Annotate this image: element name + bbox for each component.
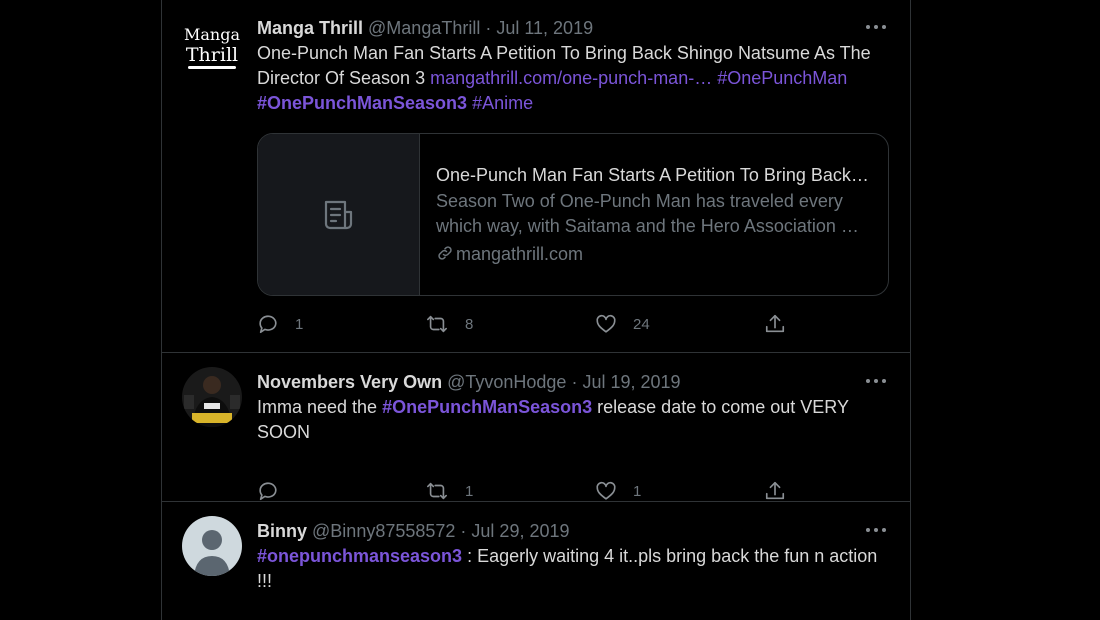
- retweet-icon: [427, 315, 447, 333]
- reply-icon: [259, 482, 277, 501]
- card-domain: mangathrill.com: [436, 241, 874, 267]
- share-icon: [765, 481, 785, 500]
- tweet-header: Novembers Very Own @TyvonHodge · Jul 19,…: [257, 370, 890, 394]
- reply-count: 1: [295, 315, 304, 333]
- display-name[interactable]: Novembers Very Own: [257, 372, 442, 392]
- hashtag-link[interactable]: #Anime: [472, 93, 533, 113]
- like-button[interactable]: 24: [595, 312, 650, 336]
- hashtag-link[interactable]: #OnePunchManSeason3: [257, 93, 467, 113]
- tweet[interactable]: Novembers Very Own @TyvonHodge · Jul 19,…: [162, 353, 910, 502]
- more-options-icon[interactable]: [864, 519, 888, 539]
- retweet-count: 1: [465, 482, 474, 500]
- tweet[interactable]: Manga Thrill Manga Thrill @MangaThrill ·…: [162, 0, 910, 353]
- card-title: One-Punch Man Fan Starts A Petition To B…: [436, 165, 869, 185]
- user-handle[interactable]: @Binny87558572: [312, 521, 455, 541]
- tweet-actions: 1 8 24: [257, 312, 817, 336]
- user-handle[interactable]: @TyvonHodge: [447, 372, 566, 392]
- more-options-icon[interactable]: [864, 16, 888, 36]
- share-button[interactable]: [764, 479, 786, 503]
- avatar[interactable]: [182, 367, 242, 427]
- like-count: 1: [633, 482, 642, 500]
- like-count: 24: [633, 315, 650, 333]
- link-card[interactable]: One-Punch Man Fan Starts A Petition To B…: [257, 133, 889, 296]
- tweet-header: Binny @Binny87558572 · Jul 29, 2019: [257, 519, 890, 543]
- share-button[interactable]: [764, 312, 786, 336]
- user-handle[interactable]: @MangaThrill: [368, 18, 480, 38]
- reply-button[interactable]: [257, 479, 295, 503]
- reply-button[interactable]: 1: [257, 312, 303, 336]
- tweet-text-plain: Imma need the: [257, 397, 383, 417]
- display-name[interactable]: Binny: [257, 521, 307, 541]
- avatar[interactable]: Manga Thrill: [182, 16, 242, 76]
- tweet[interactable]: Binny @Binny87558572 · Jul 29, 2019 #one…: [162, 502, 910, 620]
- card-description: Season Two of One-Punch Man has traveled…: [436, 191, 859, 236]
- share-icon: [765, 314, 785, 333]
- separator: ·: [566, 372, 583, 392]
- retweet-button[interactable]: 1: [425, 479, 473, 503]
- tweet-header: Manga Thrill @MangaThrill · Jul 11, 2019: [257, 16, 890, 40]
- tweet-text: One-Punch Man Fan Starts A Petition To B…: [257, 41, 890, 116]
- hashtag-link[interactable]: #OnePunchMan: [717, 68, 847, 88]
- separator: ·: [480, 18, 497, 38]
- tweet-link[interactable]: mangathrill.com/one-punch-man-…: [430, 68, 712, 88]
- hashtag-link[interactable]: #onepunchmanseason3: [257, 546, 462, 566]
- tweet-text: #onepunchmanseason3 : Eagerly waiting 4 …: [257, 544, 890, 594]
- document-icon: [324, 200, 353, 230]
- heart-icon: [596, 481, 616, 500]
- hashtag-link[interactable]: #OnePunchManSeason3: [382, 397, 592, 417]
- link-icon: [438, 246, 452, 260]
- heart-icon: [596, 314, 616, 333]
- tweet-date[interactable]: Jul 11, 2019: [496, 18, 593, 38]
- logo-line2: Thrill: [186, 44, 238, 66]
- more-options-icon[interactable]: [864, 370, 888, 390]
- reply-icon: [259, 315, 277, 334]
- retweet-button[interactable]: 8: [425, 312, 473, 336]
- timeline-column: Manga Thrill Manga Thrill @MangaThrill ·…: [161, 0, 911, 620]
- display-name[interactable]: Manga Thrill: [257, 18, 363, 38]
- avatar[interactable]: [182, 516, 242, 576]
- tweet-actions: 1 1: [257, 479, 817, 503]
- card-thumbnail: [258, 134, 420, 295]
- tweet-date[interactable]: Jul 29, 2019: [471, 521, 569, 541]
- like-button[interactable]: 1: [595, 479, 641, 503]
- retweet-icon: [427, 482, 447, 500]
- retweet-count: 8: [465, 315, 474, 333]
- tweet-text: Imma need the #OnePunchManSeason3 releas…: [257, 395, 890, 445]
- separator: ·: [455, 521, 472, 541]
- logo-line1: Manga: [184, 25, 240, 44]
- tweet-date[interactable]: Jul 19, 2019: [582, 372, 680, 392]
- card-domain-text: mangathrill.com: [456, 244, 584, 264]
